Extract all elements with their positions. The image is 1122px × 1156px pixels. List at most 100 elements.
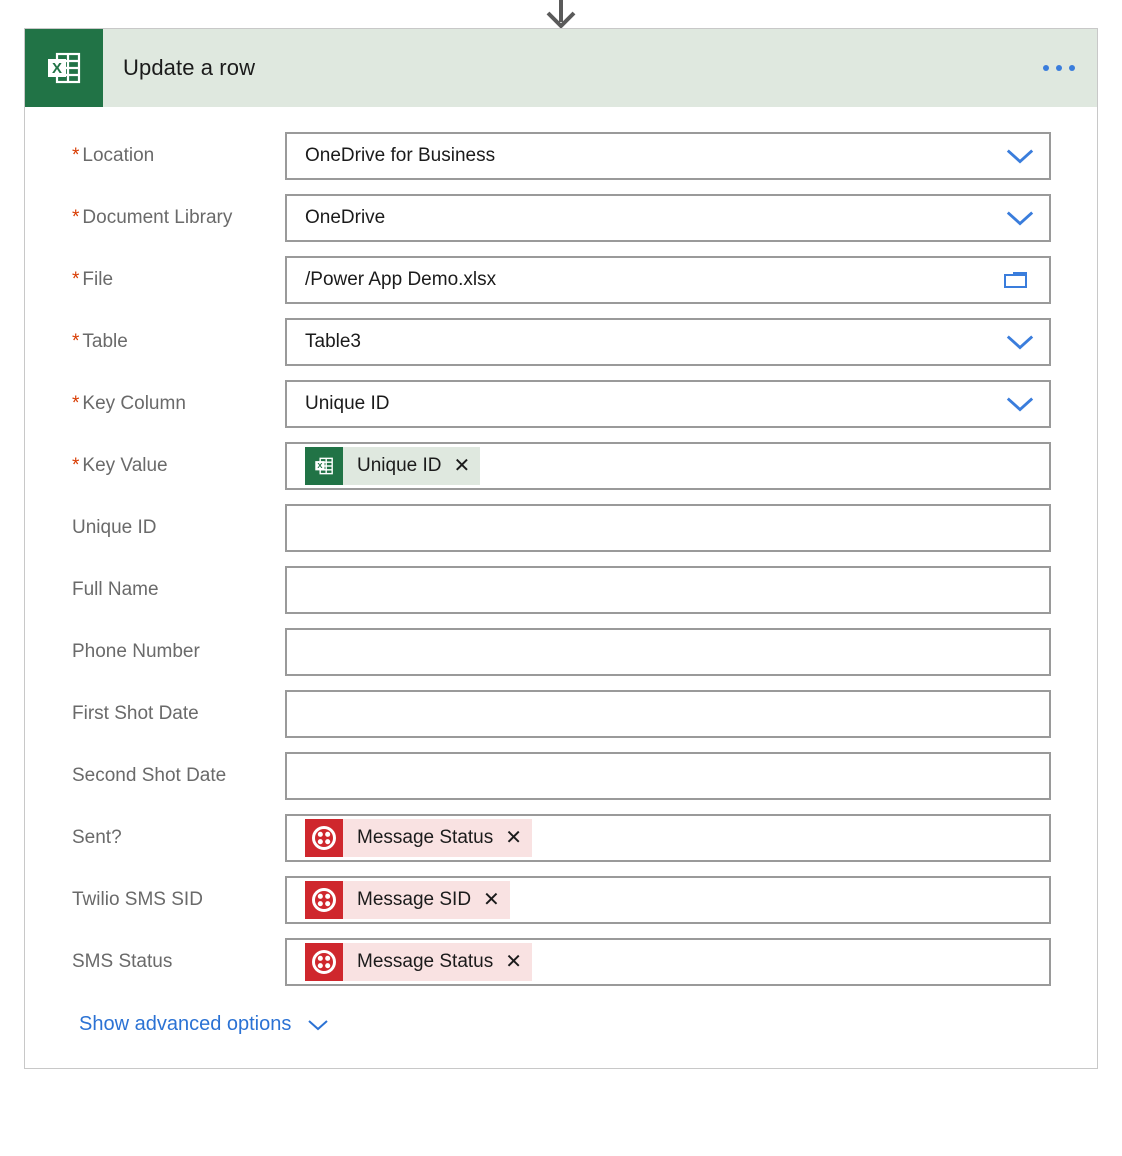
show-advanced-options-button[interactable]: Show advanced options [49,993,1073,1038]
remove-token-icon[interactable]: ✕ [483,890,500,910]
field-label-text: Twilio SMS SID [72,889,203,910]
input-phone-number[interactable] [285,628,1051,676]
form-row: Sent? Message Status ✕ [49,807,1073,869]
input-second-shot-date[interactable] [285,752,1051,800]
dynamic-content-token[interactable]: X Unique ID ✕ [305,447,481,485]
form-row: SMS Status Message Status ✕ [49,931,1073,993]
form-row: Twilio SMS SID Message SID ✕ [49,869,1073,931]
remove-token-icon[interactable]: ✕ [505,952,522,972]
dropdown-location[interactable]: OneDrive for Business [285,132,1051,180]
form-row: * Key Value X Unique ID ✕ [49,435,1073,497]
action-card-header[interactable]: X Update a row [25,29,1097,107]
field-label-text: Phone Number [72,641,200,662]
field-label-key-column: * Key Column [49,393,285,415]
field-label-sms-status: SMS Status [49,951,285,973]
field-label-sent: Sent? [49,827,285,849]
required-asterisk: * [72,331,80,352]
form-row: * Table Table3 [49,311,1073,373]
remove-token-icon[interactable]: ✕ [454,456,471,476]
twilio-icon [305,943,343,981]
field-label-text: SMS Status [72,951,173,972]
dynamic-content-token[interactable]: Message SID ✕ [305,881,510,919]
form-row: * Document Library OneDrive [49,187,1073,249]
chevron-down-icon [1006,149,1034,164]
input-key-value[interactable]: X Unique ID ✕ [285,442,1051,490]
dropdown-table[interactable]: Table3 [285,318,1051,366]
chevron-down-icon[interactable] [1003,146,1037,166]
dropdown-key-column[interactable]: Unique ID [285,380,1051,428]
token-label: Message Status [357,827,494,848]
required-asterisk: * [72,207,80,228]
field-label-text: Full Name [72,579,159,600]
required-asterisk: * [72,145,80,166]
field-label-text: Second Shot Date [72,765,227,786]
input-unique-id[interactable] [285,504,1051,552]
field-label-file: * File [49,269,285,291]
svg-text:X: X [52,60,62,77]
ellipsis-dot [1043,65,1049,71]
excel-icon: X [315,457,333,475]
field-label-document-library: * Document Library [49,207,285,229]
token-label-wrap: Message Status ✕ [343,819,533,857]
flow-connector [0,0,1122,28]
input-sms-status[interactable]: Message Status ✕ [285,938,1051,986]
field-label-text: Sent? [72,827,122,848]
form-row: Unique ID [49,497,1073,559]
folder-icon [1004,272,1027,288]
token-label-wrap: Message SID ✕ [343,881,510,919]
dropdown-document-library[interactable]: OneDrive [285,194,1051,242]
chevron-down-icon [1006,335,1034,350]
input-file[interactable]: /Power App Demo.xlsx [285,256,1051,304]
token-label: Unique ID [357,455,442,476]
field-label-text: Document Library [82,207,233,228]
token-label: Message SID [357,889,472,910]
twilio-icon [312,950,336,974]
token-label-wrap: Message Status ✕ [343,943,533,981]
field-label-text: File [82,269,114,290]
chevron-down-icon[interactable] [1003,208,1037,228]
form-row: * File/Power App Demo.xlsx [49,249,1073,311]
field-value: Table3 [305,331,361,352]
input-sent[interactable]: Message Status ✕ [285,814,1051,862]
token-label: Message Status [357,951,494,972]
twilio-icon [305,819,343,857]
token-label-wrap: Unique ID ✕ [343,447,481,485]
field-value: OneDrive [305,207,386,228]
page-title: Update a row [123,55,256,80]
input-twilio-sms-sid[interactable]: Message SID ✕ [285,876,1051,924]
remove-token-icon[interactable]: ✕ [505,828,522,848]
chevron-down-icon[interactable] [1003,394,1037,414]
show-advanced-options-label: Show advanced options [79,1013,292,1035]
form-row: * Key Column Unique ID [49,373,1073,435]
field-label-location: * Location [49,145,285,167]
form-row: Second Shot Date [49,745,1073,807]
form-row: First Shot Date [49,683,1073,745]
folder-icon[interactable] [999,268,1033,292]
chevron-down-icon [1006,211,1034,226]
action-card-body: * Location OneDrive for Business * Document … [25,107,1097,1068]
twilio-icon [305,881,343,919]
required-asterisk: * [72,393,80,414]
twilio-icon [312,888,336,912]
ellipsis-dot [1069,65,1075,71]
arrow-down-icon [546,0,576,28]
form-row: Phone Number [49,621,1073,683]
excel-icon: X [25,29,103,107]
field-value: /Power App Demo.xlsx [305,269,497,290]
dynamic-content-token[interactable]: Message Status ✕ [305,943,533,981]
twilio-icon [312,826,336,850]
field-label-full-name: Full Name [49,579,285,601]
chevron-down-icon [308,1019,329,1030]
input-full-name[interactable] [285,566,1051,614]
chevron-down-icon[interactable] [1003,332,1037,352]
ellipsis-icon[interactable] [1043,29,1097,107]
form-rows: * Location OneDrive for Business * Document … [49,125,1073,993]
field-label-text: Unique ID [72,517,157,538]
ellipsis-dot [1056,65,1062,71]
input-first-shot-date[interactable] [285,690,1051,738]
dynamic-content-token[interactable]: Message Status ✕ [305,819,533,857]
field-label-text: Location [82,145,155,166]
field-value: Unique ID [305,393,390,414]
field-label-unique-id: Unique ID [49,517,285,539]
required-asterisk: * [72,269,80,290]
